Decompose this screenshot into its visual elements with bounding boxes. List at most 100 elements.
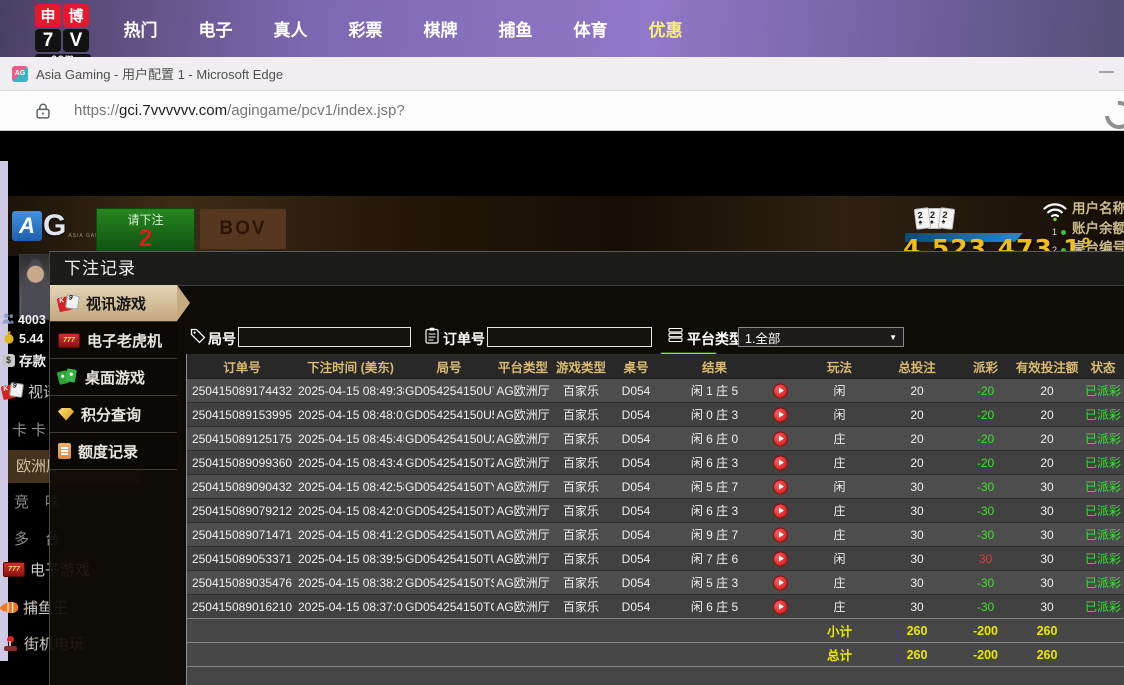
tab-slot-machines[interactable]: 777 电子老虎机 (50, 322, 177, 359)
result-text: 闲 0 庄 3 (691, 408, 738, 422)
replay-play-icon[interactable] (773, 551, 788, 566)
table-row: 250415089016210 2025-04-15 08:37:01 GD05… (187, 595, 1124, 619)
cell-bet-on: 庄 (802, 451, 877, 475)
round-input[interactable] (238, 327, 411, 347)
cell-payout: -30 (957, 595, 1014, 619)
cell-status: 已派彩 (1080, 571, 1124, 595)
cell-round: GD054254150TS (404, 571, 494, 595)
url-text[interactable]: https://gci.7vvvvvv.com/agingame/pcv1/in… (74, 102, 405, 119)
nav-item-board[interactable]: 棋牌 (403, 16, 478, 41)
cell-valid-bet: 30 (1014, 595, 1080, 619)
logo-tile: 博 (63, 4, 89, 27)
deposit-button[interactable]: $ 存款 (2, 350, 46, 370)
col-valid-bet: 有效投注额 (1014, 354, 1080, 379)
cell-time: 2025-04-15 08:39:56 (297, 547, 404, 571)
cell-valid-bet: 20 (1014, 379, 1080, 403)
nav-item-slots[interactable]: 电子 (178, 16, 253, 41)
bet-records-table: 订单号 下注时间 (美东) 局号 平台类型 游戏类型 桌号 结果 玩法 总投注 … (186, 354, 1124, 685)
tab-favicon: AG (12, 66, 28, 82)
cell-status: 已派彩 (1080, 379, 1124, 403)
url-path: /agingame/pcv1/index.jsp? (227, 102, 405, 119)
result-text: 闲 7 庄 6 (691, 552, 738, 566)
platform-select[interactable]: 1.全部▼ (738, 327, 904, 347)
tab-table-games[interactable]: 桌面游戏 (50, 359, 177, 396)
cell-order: 250415089090432 (187, 475, 297, 499)
cell-payout: -30 (957, 499, 1014, 523)
main-menu: 热门 电子 真人 彩票 棋牌 捕鱼 体育 优惠 (103, 0, 703, 57)
tag-icon (190, 328, 206, 349)
cell-time: 2025-04-15 08:48:02 (297, 403, 404, 427)
nav-item-hot[interactable]: 热门 (103, 16, 178, 41)
tab-video-games[interactable]: K9 视讯游戏 (50, 285, 177, 322)
cell-result: 闲 6 庄 0 (662, 427, 802, 451)
cards-icon: K9 (58, 295, 79, 312)
replay-play-icon[interactable] (773, 479, 788, 494)
cell-total-bet: 30 (877, 571, 957, 595)
url-scheme: https:// (74, 102, 119, 119)
replay-play-icon[interactable] (773, 575, 788, 590)
cell-payout: -20 (957, 403, 1014, 427)
cell-round: GD054254150U5 (404, 403, 494, 427)
filter-form: 局号 订单号 平台类型 1.全部▼ 下注时间 (美东) (177, 285, 1124, 354)
result-text: 闲 6 庄 5 (691, 600, 738, 614)
cell-status: 已派彩 (1080, 523, 1124, 547)
cell-valid-bet: 30 (1014, 499, 1080, 523)
order-label: 订单号 (443, 329, 485, 349)
cell-table: D054 (610, 451, 662, 475)
tab-credit-records[interactable]: 额度记录 (50, 433, 177, 470)
browser-urlbar[interactable]: https://gci.7vvvvvv.com/agingame/pcv1/in… (0, 91, 1124, 131)
cell-game: 百家乐 (552, 547, 610, 571)
green-cards-icon (58, 369, 78, 385)
cell-order: 250415089125175 (187, 427, 297, 451)
profile-ring-icon[interactable] (1099, 95, 1124, 131)
replay-play-icon[interactable] (773, 503, 788, 518)
cell-payout: -30 (957, 475, 1014, 499)
site-logo[interactable]: 申 博 7 V com (35, 4, 91, 57)
result-text: 闲 1 庄 5 (691, 384, 738, 398)
replay-play-icon[interactable] (773, 431, 788, 446)
green-dot-icon (1061, 230, 1066, 235)
slot-777-icon: 777 (3, 562, 25, 577)
cell-time: 2025-04-15 08:37:01 (297, 595, 404, 619)
nav-item-promo[interactable]: 优惠 (628, 16, 703, 41)
replay-play-icon[interactable] (773, 599, 788, 614)
nav-item-fishing[interactable]: 捕鱼 (478, 16, 553, 41)
col-status: 状态 (1080, 354, 1124, 379)
result-text: 闲 5 庄 7 (691, 480, 738, 494)
replay-play-icon[interactable] (773, 527, 788, 542)
lock-icon[interactable] (36, 103, 50, 119)
cell-status: 已派彩 (1080, 475, 1124, 499)
order-input[interactable] (487, 327, 652, 347)
nav-item-lottery[interactable]: 彩票 (328, 16, 403, 41)
subtotal-payout: -200 (957, 619, 1014, 643)
cell-table: D054 (610, 427, 662, 451)
cell-total-bet: 30 (877, 595, 957, 619)
deposit-icon: $ (2, 354, 15, 367)
cell-time: 2025-04-15 08:43:43 (297, 451, 404, 475)
col-bet-on: 玩法 (802, 354, 877, 379)
replay-play-icon[interactable] (773, 455, 788, 470)
screen: 申 博 7 V com 热门 电子 真人 彩票 棋牌 捕鱼 体育 优惠 AG A… (0, 0, 1124, 685)
cell-order: 250415089079212 (187, 499, 297, 523)
col-round: 局号 (404, 354, 494, 379)
total-label: 总计 (802, 643, 877, 667)
nav-item-sports[interactable]: 体育 (553, 16, 628, 41)
window-title: Asia Gaming - 用户配置 1 - Microsoft Edge (36, 64, 283, 83)
cell-valid-bet: 20 (1014, 427, 1080, 451)
person-icon (2, 313, 14, 327)
cell-table: D054 (610, 475, 662, 499)
cell-platform: AG欧洲厅 (494, 499, 552, 523)
logo-tile: 申 (35, 4, 61, 27)
online-count: 4003 (2, 313, 46, 327)
subtotal-row: 小计 260 -200 260 (187, 619, 1124, 643)
minimize-button[interactable]: — (1099, 63, 1114, 80)
cell-game: 百家乐 (552, 427, 610, 451)
playing-card: 2♠ (914, 207, 931, 230)
replay-play-icon[interactable] (773, 407, 788, 422)
tab-points-query[interactable]: 积分查询 (50, 396, 177, 433)
cell-round: GD054254150U7 (404, 379, 494, 403)
cell-result: 闲 9 庄 7 (662, 523, 802, 547)
cell-time: 2025-04-15 08:49:38 (297, 379, 404, 403)
replay-play-icon[interactable] (773, 383, 788, 398)
nav-item-live[interactable]: 真人 (253, 16, 328, 41)
